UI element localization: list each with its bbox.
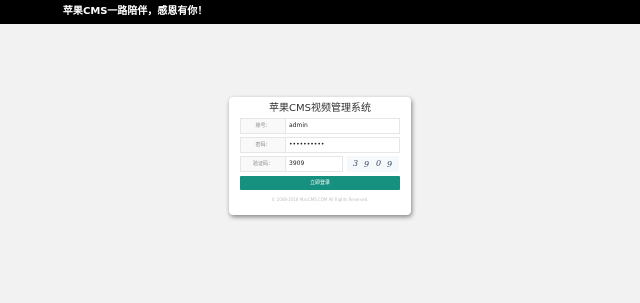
username-label: 账号： xyxy=(241,119,286,133)
login-panel: 苹果CMS视频管理系统 账号： admin 密码： •••••••••• 验证码… xyxy=(229,97,411,215)
login-button[interactable]: 立即登录 xyxy=(240,176,400,190)
captcha-digit: 0 xyxy=(376,159,382,168)
login-title: 苹果CMS视频管理系统 xyxy=(269,103,371,114)
captcha-digit: 9 xyxy=(364,160,370,169)
header-slogan: 苹果CMS一路陪伴，感恩有你！ xyxy=(63,6,208,17)
username-input[interactable]: admin xyxy=(289,119,308,133)
username-field[interactable]: 账号： admin xyxy=(240,118,400,134)
password-input[interactable]: •••••••••• xyxy=(289,138,324,152)
captcha-input[interactable]: 3909 xyxy=(289,157,304,171)
copyright-text: © 2008-2018 MacCMS.COM All Rights Reserv… xyxy=(271,197,369,202)
top-bar: 苹果CMS一路陪伴，感恩有你！ xyxy=(0,0,640,24)
captcha-label: 验证码： xyxy=(241,157,286,171)
password-field[interactable]: 密码： •••••••••• xyxy=(240,137,400,153)
password-label: 密码： xyxy=(241,138,286,152)
captcha-digit: 3 xyxy=(353,159,359,168)
captcha-field[interactable]: 验证码： 3909 xyxy=(240,156,343,172)
captcha-digit: 9 xyxy=(387,160,393,169)
captcha-image[interactable]: 3 9 0 9 xyxy=(347,156,399,172)
